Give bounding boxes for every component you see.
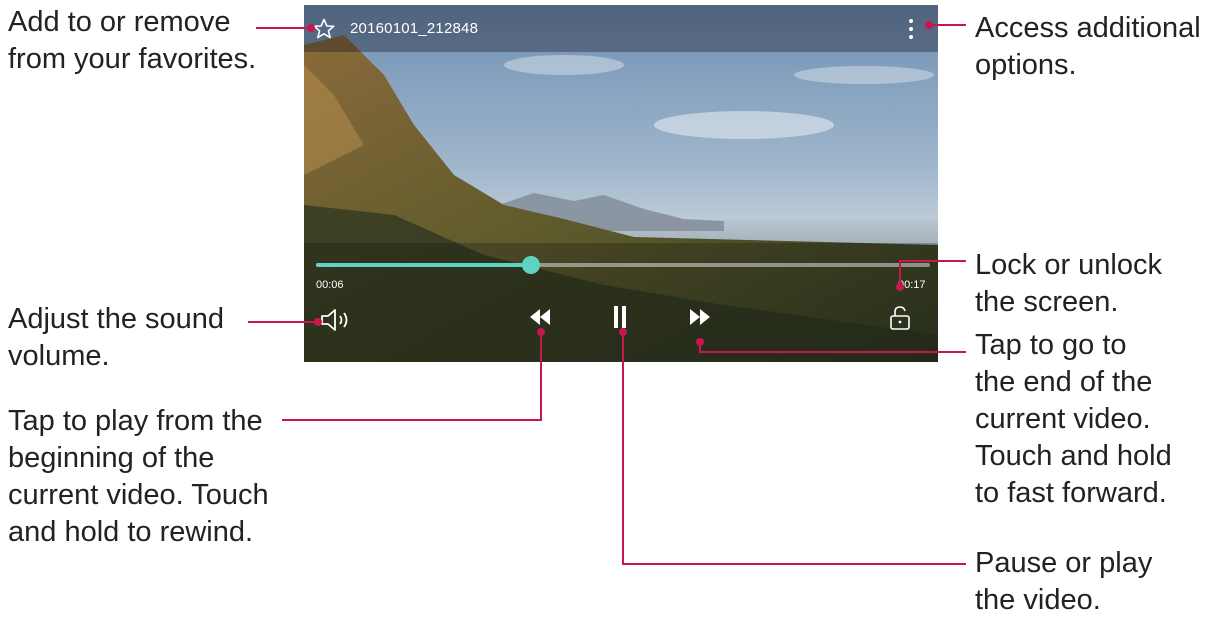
annotation-rewind: Tap to play from the beginning of the cu… bbox=[8, 403, 269, 551]
star-outline-icon[interactable] bbox=[312, 17, 336, 41]
annotation-pause: Pause or play the video. bbox=[975, 545, 1152, 619]
total-time: 00:17 bbox=[898, 279, 926, 291]
annotation-line: current video. bbox=[975, 403, 1151, 435]
video-player[interactable]: 20160101_212848 00:06 00:17 bbox=[304, 5, 938, 362]
fast-forward-icon[interactable] bbox=[688, 307, 712, 327]
video-file-name: 20160101_212848 bbox=[350, 20, 479, 37]
annotation-line: and hold to rewind. bbox=[8, 516, 254, 548]
annotation-volume: Adjust the sound volume. bbox=[8, 301, 224, 375]
annotation-line: beginning of the bbox=[8, 442, 215, 474]
annotation-line: Tap to play from the bbox=[8, 405, 263, 437]
volume-icon[interactable] bbox=[318, 307, 354, 333]
annotation-line: Tap to go to bbox=[975, 329, 1127, 361]
annotation-line: Touch and hold bbox=[975, 440, 1172, 472]
annotation-options: Access additional options. bbox=[975, 10, 1201, 84]
annotation-line: to fast forward. bbox=[975, 477, 1167, 509]
annotation-line: options. bbox=[975, 49, 1077, 81]
more-vert-icon[interactable] bbox=[904, 15, 918, 43]
control-bar bbox=[304, 243, 938, 362]
current-time: 00:06 bbox=[316, 279, 344, 291]
annotation-line: Add to or remove bbox=[8, 6, 231, 38]
annotation-line: the screen. bbox=[975, 286, 1119, 318]
annotation-line: volume. bbox=[8, 340, 110, 372]
leader-pause bbox=[622, 332, 966, 565]
annotation-line: Access additional bbox=[975, 12, 1201, 44]
annotation-line: the video. bbox=[975, 584, 1101, 616]
annotation-line: Lock or unlock bbox=[975, 249, 1162, 281]
unlock-icon[interactable] bbox=[888, 305, 912, 331]
annotation-lock: Lock or unlock the screen. bbox=[975, 247, 1162, 321]
rewind-icon[interactable] bbox=[528, 307, 552, 327]
annotation-favorites: Add to or remove from your favorites. bbox=[8, 4, 256, 78]
annotation-line: Pause or play bbox=[975, 547, 1153, 579]
annotation-line: from your favorites. bbox=[8, 43, 257, 75]
pause-icon[interactable] bbox=[612, 305, 628, 329]
annotation-forward: Tap to go to the end of the current vide… bbox=[975, 327, 1172, 512]
seek-handle[interactable] bbox=[521, 256, 540, 274]
seek-bar-progress bbox=[316, 263, 531, 267]
annotation-line: Adjust the sound bbox=[8, 303, 225, 335]
annotation-line: the end of the bbox=[975, 366, 1153, 398]
annotation-line: current video. Touch bbox=[8, 479, 269, 511]
